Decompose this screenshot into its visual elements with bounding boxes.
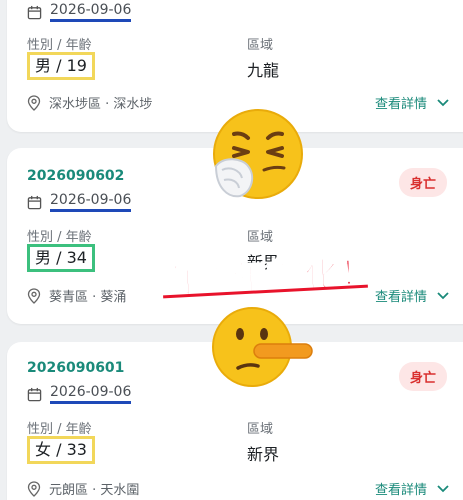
case-date-row: 2026-09-06 (27, 192, 132, 212)
view-details-link[interactable]: 查看詳情 (375, 479, 449, 498)
case-date: 2026-09-06 (50, 2, 132, 22)
region-label: 區域 (247, 230, 274, 245)
view-details-label: 查看詳情 (374, 97, 427, 112)
calendar-icon (27, 195, 42, 209)
location-row: 深水埗區 · 深水埗 (27, 93, 152, 112)
gender-age-value: 女 / 33 (27, 436, 95, 464)
calendar-icon (27, 387, 42, 401)
view-details-link[interactable]: 查看詳情 (375, 286, 449, 305)
status-badge: 身亡 (398, 362, 447, 391)
region-value: 新界 (247, 445, 280, 464)
region-label: 區域 (247, 422, 274, 437)
case-id: 2026090602 (27, 168, 125, 184)
sneezing-face-emoji (213, 109, 303, 199)
location-text: 葵青區 · 葵涌 (49, 290, 127, 305)
view-details-link[interactable]: 查看詳情 (375, 93, 449, 112)
location-pin-icon (27, 480, 41, 497)
chevron-down-icon (437, 291, 449, 299)
location-row: 元朗區 · 天水圍 (27, 479, 139, 498)
location-row: 葵青區 · 葵涌 (27, 286, 126, 305)
region-value: 九龍 (247, 61, 280, 80)
region-label: 區域 (247, 38, 274, 53)
gender-age-label: 性別 / 年齡 (27, 230, 92, 245)
long-nose-face-emoji (212, 307, 313, 387)
case-date: 2026-09-06 (50, 192, 132, 212)
calendar-icon (27, 5, 42, 19)
location-text: 深水埗區 · 深水埗 (49, 97, 153, 112)
status-badge: 身亡 (398, 168, 447, 197)
gender-age-label: 性別 / 年齡 (27, 38, 92, 53)
gender-age-label: 性別 / 年齡 (27, 422, 92, 437)
view-details-label: 查看詳情 (374, 290, 427, 305)
case-date: 2026-09-06 (50, 384, 132, 404)
gender-age-value: 男 / 19 (27, 52, 95, 80)
chevron-down-icon (437, 484, 449, 492)
gender-age-value: 男 / 34 (27, 244, 95, 272)
case-id: 2026090601 (27, 360, 125, 376)
chevron-down-icon (437, 98, 449, 106)
location-pin-icon (27, 287, 41, 304)
case-date-row: 2026-09-06 (27, 2, 132, 22)
case-date-row: 2026-09-06 (27, 384, 132, 404)
location-text: 元朗區 · 天水圍 (49, 483, 140, 498)
view-details-label: 查看詳情 (374, 483, 427, 498)
location-pin-icon (27, 94, 41, 111)
